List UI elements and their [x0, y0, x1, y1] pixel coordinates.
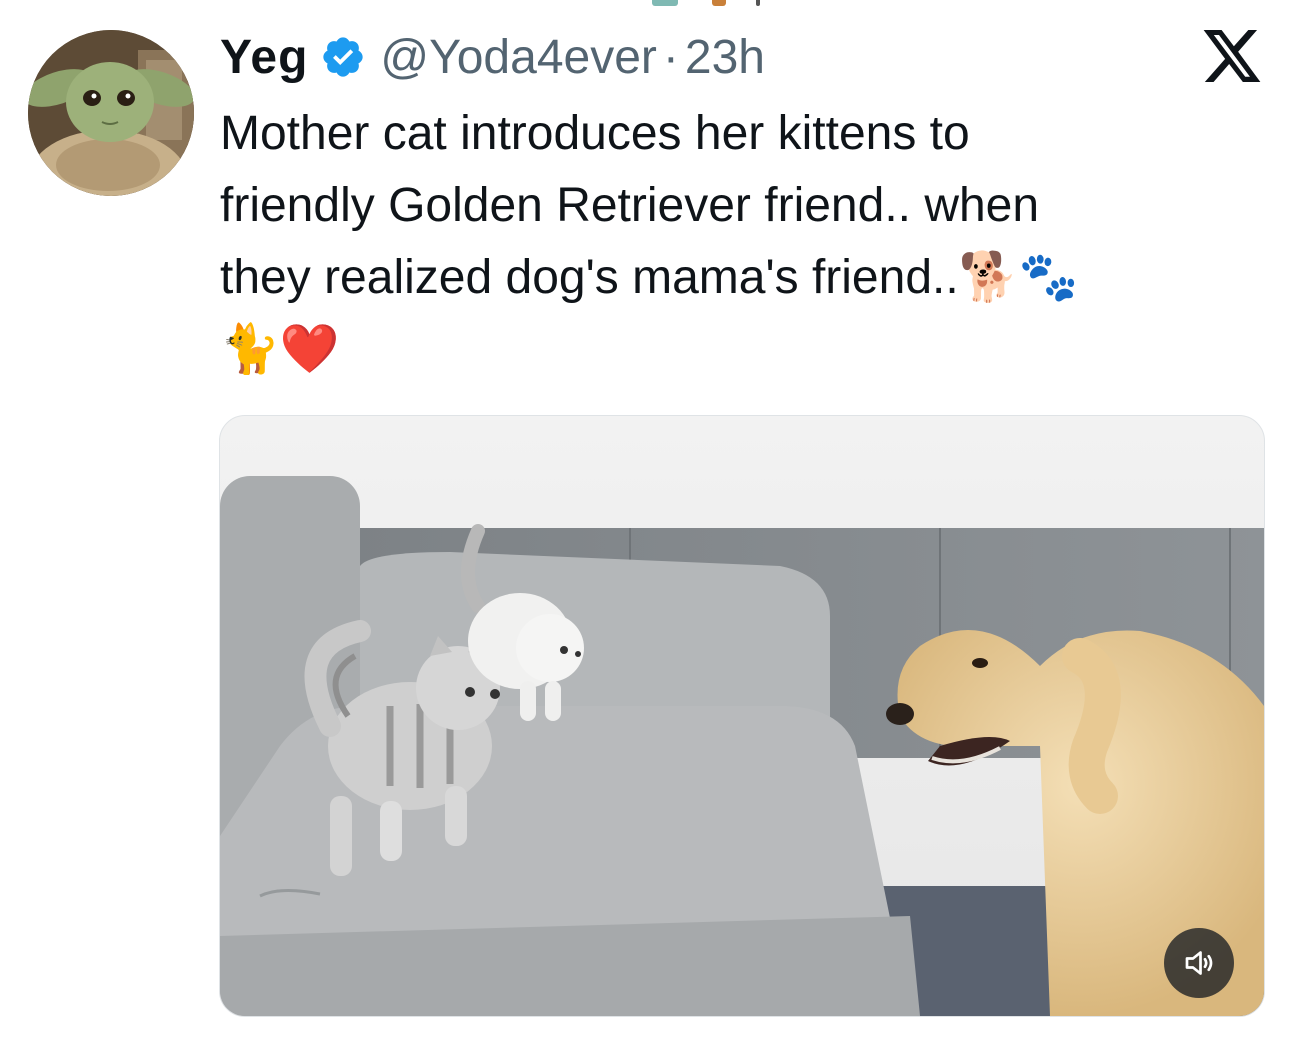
previous-tweet-edge: [640, 0, 760, 6]
video-frame: [220, 416, 1264, 1016]
tweet-header: Yeg @Yoda4ever · 23h: [220, 26, 765, 88]
timestamp[interactable]: 23h: [685, 30, 765, 85]
author-handle[interactable]: @Yoda4ever: [380, 30, 657, 85]
speaker-icon: [1185, 951, 1213, 975]
verified-badge-icon: [323, 37, 364, 77]
tweet-text: Mother cat introduces her kittens to fri…: [220, 107, 1079, 376]
x-logo-icon[interactable]: [1203, 30, 1261, 82]
separator-dot: ·: [662, 30, 679, 84]
video-player[interactable]: [219, 415, 1265, 1017]
avatar-image: [28, 30, 194, 196]
mute-button[interactable]: [1164, 928, 1234, 998]
avatar[interactable]: [28, 30, 194, 196]
author-name[interactable]: Yeg: [220, 30, 308, 85]
